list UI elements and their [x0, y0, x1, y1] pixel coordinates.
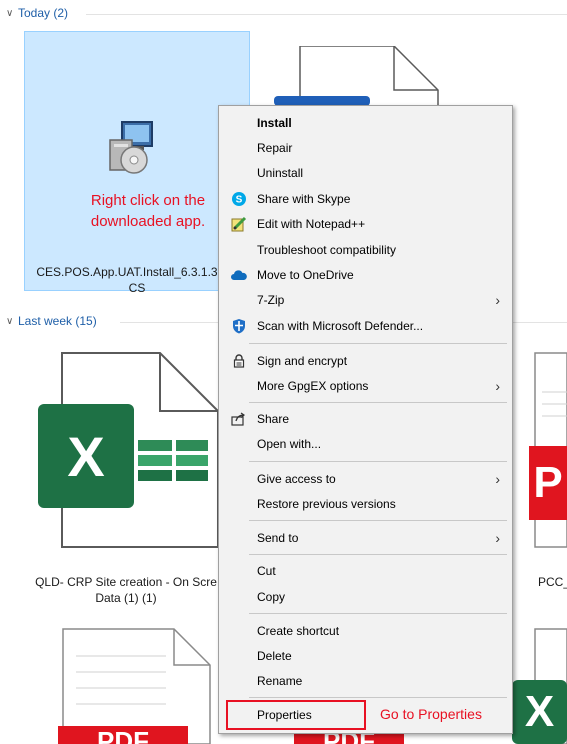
chevron-right-icon: ›: [495, 471, 500, 487]
menu-item-onedrive[interactable]: Move to OneDrive: [219, 263, 512, 287]
group-header-today[interactable]: ∨ Today (2): [6, 6, 68, 20]
menu-item-label: Create shortcut: [257, 624, 340, 638]
menu-separator: [249, 402, 507, 403]
menu-item-label: Repair: [257, 141, 293, 155]
menu-item-label: Rename: [257, 674, 303, 688]
svg-text:S: S: [236, 195, 243, 206]
menu-item-repair[interactable]: Repair: [219, 136, 512, 160]
menu-separator: [249, 697, 507, 698]
excel-file-name-line1: QLD- CRP Site creation - On Scre: [35, 575, 217, 589]
installer-icon: [109, 121, 153, 174]
excel-file-name-line2: Data (1) (1): [95, 591, 157, 605]
menu-item-restore[interactable]: Restore previous versions: [219, 492, 512, 516]
menu-item-install[interactable]: Install: [219, 111, 512, 135]
menu-item-share[interactable]: Share: [219, 407, 512, 431]
menu-separator: [249, 554, 507, 555]
shield-icon: [231, 318, 247, 334]
menu-item-label: Restore previous versions: [257, 497, 396, 511]
group-header-last-week[interactable]: ∨ Last week (15): [6, 314, 97, 328]
context-menu: Install Repair Uninstall S Share with Sk…: [218, 105, 513, 734]
menu-item-label: Sign and encrypt: [257, 354, 348, 368]
menu-item-troubleshoot[interactable]: Troubleshoot compatibility: [219, 238, 512, 262]
menu-item-rename[interactable]: Rename: [219, 669, 512, 693]
menu-item-sign-encrypt[interactable]: Sign and encrypt: [219, 349, 512, 373]
right-click-annotation: Right click on the downloaded app.: [60, 190, 236, 232]
go-to-properties-annotation: Go to Properties: [380, 706, 482, 722]
menu-item-cut[interactable]: Cut: [219, 559, 512, 583]
menu-item-label: Send to: [257, 531, 299, 545]
menu-separator: [249, 343, 507, 344]
lock-icon: [231, 353, 247, 369]
skype-icon: S: [231, 191, 247, 207]
menu-item-label: Copy: [257, 590, 286, 604]
menu-item-label: Scan with Microsoft Defender...: [257, 319, 424, 333]
menu-item-label: Move to OneDrive: [257, 268, 354, 282]
menu-item-label: Open with...: [257, 437, 322, 451]
menu-item-edit-notepad[interactable]: Edit with Notepad++: [219, 212, 512, 236]
menu-item-copy[interactable]: Copy: [219, 585, 512, 609]
menu-item-7zip[interactable]: 7-Zip ›: [219, 288, 512, 312]
installer-file-name-line1: CES.POS.App.UAT.Install_6.3.1.331_: [36, 265, 238, 279]
menu-item-label: Cut: [257, 564, 276, 578]
menu-item-create-shortcut[interactable]: Create shortcut: [219, 619, 512, 643]
menu-item-label: Uninstall: [257, 166, 304, 180]
excel-badge-icon: X: [38, 404, 134, 508]
menu-item-label: Troubleshoot compatibility: [257, 243, 396, 257]
chevron-right-icon: ›: [495, 292, 500, 308]
chevron-right-icon: ›: [495, 378, 500, 394]
chevron-down-icon: ∨: [6, 315, 14, 327]
share-icon: [231, 411, 247, 427]
menu-separator: [249, 461, 507, 462]
installer-file-name: CES.POS.App.UAT.Install_6.3.1.331_ CS: [24, 264, 250, 296]
menu-separator: [249, 613, 507, 614]
chevron-right-icon: ›: [495, 530, 500, 546]
right-click-annotation-line2: downloaded app.: [90, 213, 206, 230]
menu-item-label: Edit with Notepad++: [257, 217, 366, 231]
properties-highlight-box: [226, 700, 366, 730]
pcc-file-name: PCC_: [538, 574, 567, 590]
chevron-down-icon: ∨: [6, 7, 14, 19]
menu-item-label: Share with Skype: [257, 192, 351, 206]
pcc-file-name-text: PCC_: [538, 575, 567, 589]
menu-item-gpgex[interactable]: More GpgEX options ›: [219, 374, 512, 398]
notepad-plus-plus-icon: [231, 216, 247, 232]
menu-item-defender[interactable]: Scan with Microsoft Defender...: [219, 314, 512, 338]
menu-item-send-to[interactable]: Send to ›: [219, 526, 512, 550]
menu-item-uninstall[interactable]: Uninstall: [219, 161, 512, 185]
document-file-icon: [274, 46, 439, 106]
group-divider: [86, 14, 567, 15]
menu-item-label: Delete: [257, 649, 292, 663]
menu-separator: [249, 520, 507, 521]
menu-item-open-with[interactable]: Open with...: [219, 432, 512, 456]
menu-item-label: More GpgEX options: [257, 379, 369, 393]
menu-item-label: Give access to: [257, 472, 336, 486]
menu-item-share-skype[interactable]: S Share with Skype: [219, 187, 512, 211]
pdf-badge-letter: P: [533, 458, 563, 507]
installer-file-name-line2: CS: [128, 281, 146, 295]
onedrive-cloud-icon: [231, 267, 247, 283]
group-title-last-week: Last week (15): [18, 314, 97, 328]
menu-item-label: 7-Zip: [257, 293, 285, 307]
pdf-badge-icon: P: [529, 446, 567, 520]
excel-badge-icon: X: [512, 680, 567, 744]
pdf-badge-text: PDF: [97, 726, 149, 744]
group-title-today: Today (2): [18, 6, 69, 20]
menu-item-label: Install: [257, 116, 292, 130]
menu-item-delete[interactable]: Delete: [219, 644, 512, 668]
right-click-annotation-line1: Right click on the: [90, 192, 206, 209]
excel-file-name: QLD- CRP Site creation - On Scre Data (1…: [24, 574, 228, 606]
pdf-badge-icon: PDF: [58, 726, 188, 744]
excel-badge-letter: X: [67, 424, 105, 488]
menu-item-label: Share: [257, 412, 290, 426]
excel-badge-letter: X: [524, 687, 555, 736]
menu-item-give-access[interactable]: Give access to ›: [219, 467, 512, 491]
